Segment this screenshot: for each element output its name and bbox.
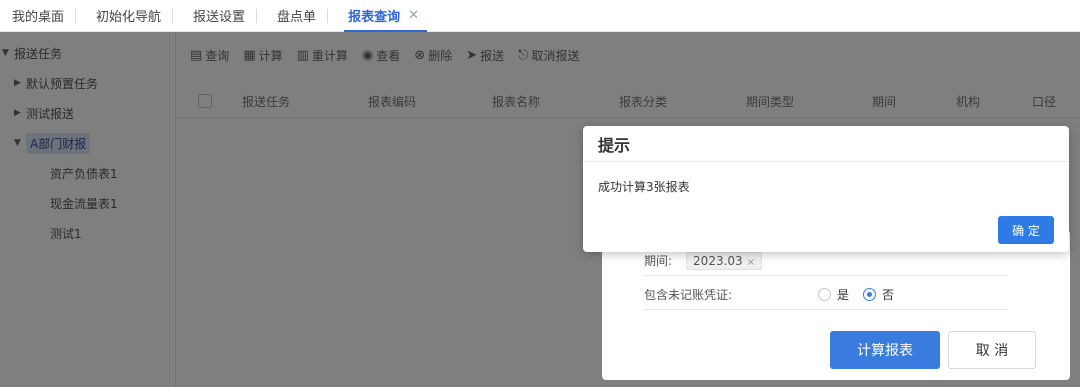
radio-no-label: 否 <box>882 288 895 302</box>
radio-yes[interactable]: 是 <box>818 286 849 303</box>
tab-label: 初始化导航 <box>96 10 162 25</box>
include-unposted-label: 包含未记账凭证: <box>644 288 733 302</box>
tab-report-settings[interactable]: 报送设置 <box>181 0 258 32</box>
tab-my-desktop[interactable]: 我的桌面 <box>0 0 77 32</box>
tab-label: 报送设置 <box>193 10 246 25</box>
alert-message: 成功计算3张报表 <box>598 180 690 194</box>
calc-report-button[interactable]: 计算报表 <box>830 331 940 369</box>
period-tag[interactable]: 2023.03 × <box>686 251 763 270</box>
radio-no[interactable]: 否 <box>863 286 894 303</box>
calc-report-dialog: 期间: 2023.03 × 包含未记账凭证: 是 否 计算报表 取 消 <box>602 230 1070 380</box>
tab-report-query[interactable]: 报表查询 ✕ <box>336 0 431 32</box>
remove-tag-icon[interactable]: × <box>747 257 755 268</box>
cancel-button[interactable]: 取 消 <box>948 331 1036 369</box>
radio-yes-label: 是 <box>837 288 850 302</box>
period-label: 期间: <box>644 254 673 268</box>
close-icon[interactable]: ✕ <box>408 8 419 23</box>
tab-label: 盘点单 <box>277 10 317 25</box>
radio-circle-selected[interactable] <box>863 288 877 301</box>
tab-label: 我的桌面 <box>12 10 65 25</box>
tab-init-guide[interactable]: 初始化导航 <box>84 0 174 32</box>
ok-button[interactable]: 确 定 <box>998 216 1054 244</box>
include-unposted-row: 包含未记账凭证: 是 否 <box>644 280 1008 310</box>
include-unposted-radio-group: 是 否 <box>818 286 908 303</box>
alert-dialog: 提示 成功计算3张报表 确 定 <box>583 126 1069 252</box>
alert-title: 提示 <box>583 126 1069 162</box>
tab-bar: 我的桌面 初始化导航 报送设置 盘点单 报表查询 ✕ <box>0 0 1080 32</box>
tab-inventory[interactable]: 盘点单 <box>265 0 329 32</box>
radio-circle[interactable] <box>818 288 831 301</box>
period-value: 2023.03 <box>693 253 743 268</box>
tab-label: 报表查询 <box>348 10 401 25</box>
